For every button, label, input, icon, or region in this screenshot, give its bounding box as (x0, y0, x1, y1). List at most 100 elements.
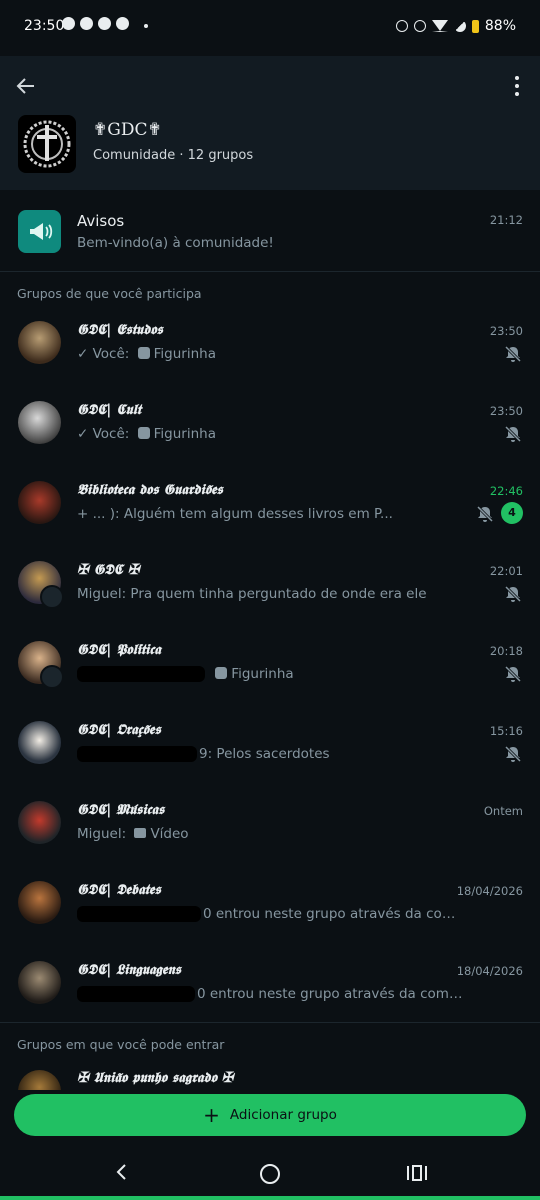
group-name: ✠ 𝖀𝖓𝖎𝖆̃𝖔 𝖕𝖚𝖓𝖍𝖔 𝖘𝖆𝖌𝖗𝖆𝖉𝖔 ✠ (77, 1070, 234, 1086)
group-avatar (18, 721, 61, 764)
status-ring-icon (40, 585, 64, 609)
muted-bell-icon (476, 505, 494, 523)
group-name: 𝕲𝕯𝕮| 𝕯𝖊𝖇𝖆𝖙𝖊𝖘 (77, 882, 161, 898)
group-name: 𝕲𝕯𝕮| 𝕻𝖔𝖑𝖎́𝖙𝖎𝖈𝖆 (77, 642, 161, 658)
add-group-button[interactable]: + Adicionar grupo (14, 1094, 526, 1136)
section-divider (0, 1022, 540, 1023)
video-icon (134, 828, 147, 838)
group-time: 18/04/2026 (456, 964, 523, 978)
muted-bell-icon (504, 425, 522, 443)
nav-recents-icon[interactable] (406, 1164, 428, 1182)
group-time: 23:50 (489, 324, 523, 338)
group-time: 22:01 (489, 564, 523, 578)
redacted-sender (77, 746, 197, 762)
sticker-icon (137, 347, 150, 359)
sent-check-icon: ✓ (77, 426, 93, 442)
muted-bell-icon (504, 345, 522, 363)
muted-bell-icon (504, 665, 522, 683)
dnd-icon (413, 20, 426, 32)
community-avatar[interactable] (18, 115, 76, 173)
sent-check-icon: ✓ (77, 346, 93, 362)
group-last-message: 9: Pelos sacerdotes (77, 746, 467, 762)
group-name: 𝕲𝕯𝕮| 𝕺𝖗𝖆𝖈̧𝖔̃𝖊𝖘 (77, 722, 161, 738)
redacted-sender (77, 986, 195, 1002)
joined-groups-label: Grupos de que você participa (17, 286, 202, 301)
wifi-icon (431, 20, 448, 32)
redacted-sender (77, 666, 205, 682)
facebook-icon (80, 17, 93, 30)
group-time: 18/04/2026 (456, 884, 523, 898)
announcements-message: Bem-vindo(a) à comunidade! (77, 235, 274, 251)
group-last-message: 0 entrou neste grupo através da comunida… (77, 986, 467, 1002)
status-bar: 23:50 88% (0, 0, 540, 56)
community-subtitle: Comunidade · 12 grupos (93, 148, 254, 163)
telegram-icon (98, 17, 111, 30)
group-name: 𝕲𝕯𝕮| 𝕰𝖘𝖙𝖚𝖉𝖔𝖘 (77, 322, 163, 338)
group-time: Ontem (483, 804, 523, 818)
group-row[interactable]: 𝕭𝖎𝖇𝖑𝖎𝖔𝖙𝖊𝖈𝖆 𝖉𝖔𝖘 𝕲𝖚𝖆𝖗𝖉𝖎𝖔̃𝖊𝖘 + ... ): Algué… (0, 461, 540, 541)
group-avatar (18, 801, 61, 844)
back-arrow-icon[interactable] (14, 74, 38, 98)
battery-icon (471, 19, 479, 33)
system-status: 88% (395, 18, 516, 34)
group-last-message: + ... ): Alguém tem algum desses livros … (77, 506, 393, 522)
muted-bell-icon (504, 745, 522, 763)
group-avatar (18, 401, 61, 444)
group-row[interactable]: ✠ 𝕲𝕯𝕮 ✠ Miguel: Pra quem tinha perguntad… (0, 541, 540, 621)
group-name: 𝕲𝕯𝕮| 𝕮𝖚𝖑𝖙 (77, 402, 141, 418)
group-row[interactable]: 𝕲𝕯𝕮| 𝕯𝖊𝖇𝖆𝖙𝖊𝖘 0 entrou neste grupo atravé… (0, 861, 540, 941)
group-last-message: Miguel: Pra quem tinha perguntado de ond… (77, 586, 427, 602)
group-last-message: Figurinha (77, 666, 467, 682)
group-name: 𝕲𝕯𝕮| 𝕷𝖎𝖓𝖌𝖚𝖆𝖌𝖊𝖓𝖘 (77, 962, 181, 978)
group-time: 22:46 (489, 484, 523, 498)
muted-bell-icon (504, 585, 522, 603)
group-last-message: ✓ Você: Figurinha (77, 346, 216, 362)
group-last-message: ✓ Você: Figurinha (77, 426, 216, 442)
alarm-icon (395, 20, 408, 32)
more-notifications-icon (144, 24, 148, 28)
announcements-row[interactable]: Avisos Bem-vindo(a) à comunidade! 21:12 (0, 190, 540, 272)
battery-level: 88% (484, 18, 516, 34)
group-avatar (18, 881, 61, 924)
community-header: ✟GDC✟ Comunidade · 12 grupos (0, 56, 540, 190)
group-avatar (18, 481, 61, 524)
group-time: 15:16 (489, 724, 523, 738)
group-avatar (18, 321, 61, 364)
announcements-title: Avisos (77, 212, 125, 230)
group-last-message: Miguel: Vídeo (77, 826, 189, 842)
group-row[interactable]: 𝕲𝕯𝕮| 𝕸𝖚́𝖘𝖎𝖈𝖆𝖘 Miguel: Vídeo Ontem (0, 781, 540, 861)
group-name: ✠ 𝕲𝕯𝕮 ✠ (77, 562, 140, 578)
megaphone-icon (18, 210, 61, 253)
nav-home-icon[interactable] (260, 1164, 280, 1184)
group-row[interactable]: 𝕲𝕯𝕮| 𝕷𝖎𝖓𝖌𝖚𝖆𝖌𝖊𝖓𝖘 0 entrou neste grupo atr… (0, 941, 540, 1021)
announcements-time: 21:12 (489, 213, 523, 227)
group-row[interactable]: 𝕲𝕯𝕮| 𝕺𝖗𝖆𝖈̧𝖔̃𝖊𝖘 9: Pelos sacerdotes 15:16 (0, 701, 540, 781)
add-group-label: Adicionar grupo (229, 1107, 337, 1123)
group-time: 23:50 (489, 404, 523, 418)
group-time: 20:18 (489, 644, 523, 658)
group-row[interactable]: 𝕲𝕯𝕮| 𝕻𝖔𝖑𝖎́𝖙𝖎𝖈𝖆 Figurinha 20:18 (0, 621, 540, 701)
redacted-sender (77, 906, 201, 922)
facebook-icon (62, 17, 75, 30)
group-row[interactable]: 𝕲𝕯𝕮| 𝕰𝖘𝖙𝖚𝖉𝖔𝖘 ✓ Você: Figurinha 23:50 (0, 301, 540, 381)
sticker-icon (137, 427, 150, 439)
signal-icon (453, 20, 466, 32)
group-last-message: 0 entrou neste grupo através da comunida… (77, 906, 467, 922)
group-name: 𝕭𝖎𝖇𝖑𝖎𝖔𝖙𝖊𝖈𝖆 𝖉𝖔𝖘 𝕲𝖚𝖆𝖗𝖉𝖎𝖔̃𝖊𝖘 (77, 482, 223, 498)
plus-icon: + (203, 1103, 220, 1127)
nav-back-icon[interactable] (112, 1162, 132, 1182)
group-row[interactable]: 𝕲𝕯𝕮| 𝕮𝖚𝖑𝖙 ✓ Você: Figurinha 23:50 (0, 381, 540, 461)
group-name: 𝕲𝕯𝕮| 𝕸𝖚́𝖘𝖎𝖈𝖆𝖘 (77, 802, 165, 818)
status-ring-icon (40, 665, 64, 689)
telegram-icon (116, 17, 129, 30)
more-options-icon[interactable] (514, 76, 520, 96)
group-avatar (18, 961, 61, 1004)
sticker-icon (215, 667, 228, 679)
unread-badge: 4 (501, 502, 523, 524)
available-group-row[interactable]: ✠ 𝖀𝖓𝖎𝖆̃𝖔 𝖕𝖚𝖓𝖍𝖔 𝖘𝖆𝖌𝖗𝖆𝖉𝖔 ✠ (0, 1050, 540, 1090)
status-time: 23:50 (24, 18, 65, 34)
gesture-accent-bar (0, 1196, 540, 1200)
community-title: ✟GDC✟ (93, 120, 162, 140)
notification-icons (62, 17, 129, 30)
system-navigation-bar (0, 1148, 540, 1200)
